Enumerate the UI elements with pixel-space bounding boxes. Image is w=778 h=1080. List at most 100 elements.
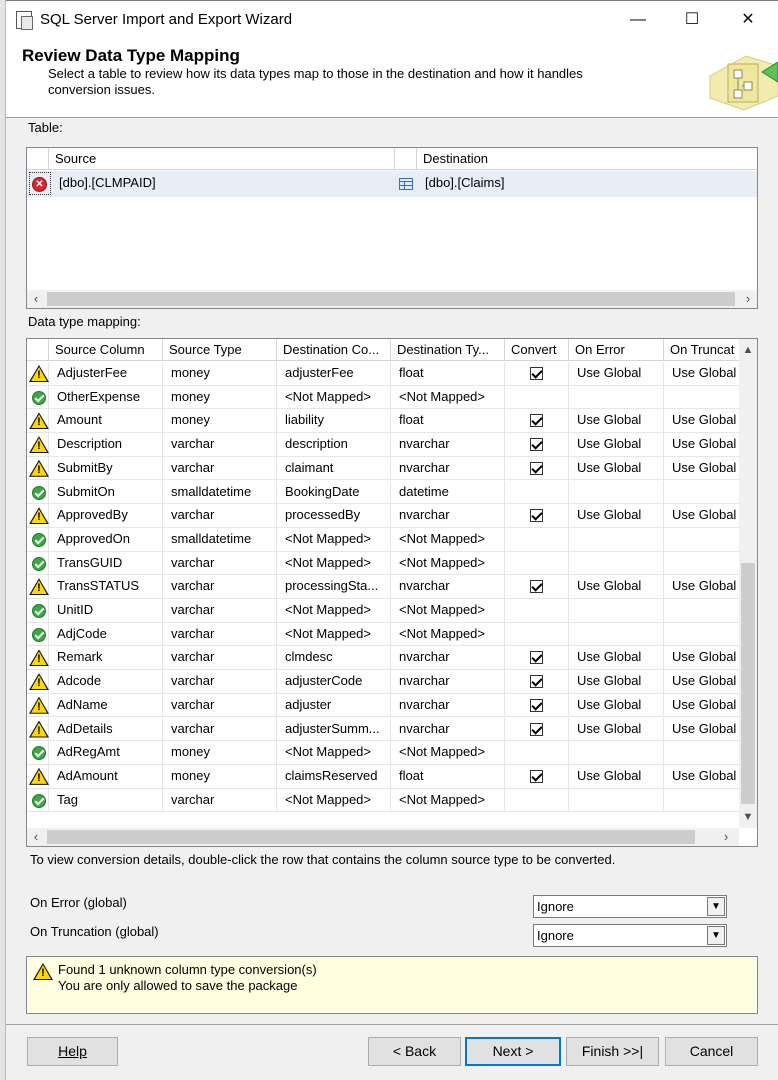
on-error-cell[interactable]: Use Global <box>569 433 664 457</box>
table-list-hscrollbar[interactable]: ‹ › <box>27 290 757 308</box>
back-button[interactable]: < Back <box>368 1037 461 1066</box>
on-truncation-cell[interactable]: Use Global <box>664 409 740 433</box>
on-error-cell[interactable]: Use Global <box>569 575 664 599</box>
table-row[interactable]: AdRegAmt money <Not Mapped> <Not Mapped> <box>27 741 739 765</box>
on-truncation-cell[interactable]: Use Global <box>664 457 740 481</box>
table-row[interactable]: TransSTATUSvarcharprocessingSta...nvarch… <box>27 575 739 599</box>
convert-checkbox[interactable] <box>530 675 543 689</box>
table-row[interactable]: AdjCode varchar <Not Mapped> <Not Mapped> <box>27 622 739 647</box>
source-column-cell: AdDetails <box>49 717 163 742</box>
maximize-button[interactable]: ☐ <box>662 1 722 39</box>
on-error-cell[interactable]: Use Global <box>569 646 664 671</box>
convert-checkbox[interactable] <box>530 769 543 783</box>
table-row[interactable]: Amountmoneyliabilityfloat Use GlobalUse G… <box>27 409 740 434</box>
convert-checkbox[interactable] <box>530 651 543 665</box>
scroll-down-icon[interactable]: ▼ <box>739 808 757 826</box>
scroll-right-icon[interactable]: › <box>717 828 735 846</box>
on-truncation-cell[interactable]: Use Global <box>664 433 740 457</box>
on-error-cell[interactable]: Use Global <box>569 764 664 789</box>
close-button[interactable]: ✕ <box>718 1 778 39</box>
source-column-cell: Amount <box>49 409 163 434</box>
on-truncation-cell[interactable]: Use Global <box>664 694 740 718</box>
convert-checkbox[interactable] <box>530 722 543 736</box>
help-button[interactable]: Help <box>27 1037 118 1066</box>
title-bar[interactable]: SQL Server Import and Export Wizard — ☐ … <box>6 0 778 38</box>
on-error-cell[interactable]: Use Global <box>569 670 664 694</box>
mapping-hscrollbar[interactable]: ‹ › <box>27 828 739 846</box>
destination-column-header[interactable]: Destination Co... <box>277 339 391 361</box>
on-error-cell[interactable]: Use Global <box>569 504 664 528</box>
on-truncation-global-select[interactable]: Ignore ▼ <box>533 924 727 947</box>
on-error-header[interactable]: On Error <box>569 339 664 361</box>
on-error-global-select[interactable]: Ignore ▼ <box>533 895 727 918</box>
on-error-cell[interactable]: Use Global <box>569 717 664 742</box>
scroll-up-icon[interactable]: ▲ <box>739 341 757 359</box>
source-column-header[interactable]: Source Column <box>49 339 163 361</box>
on-truncation-cell[interactable]: Use Global <box>664 718 740 742</box>
table-row[interactable]: ApprovedByvarcharprocessedBynvarchar Use … <box>27 504 739 528</box>
row-status-cell <box>27 551 49 576</box>
on-truncation-cell[interactable]: Use Global <box>664 504 740 528</box>
scroll-thumb[interactable] <box>741 563 755 804</box>
table-row[interactable]: AdjusterFeemoneyadjusterFeefloat Use Glob… <box>27 362 739 386</box>
warning-icon <box>29 673 49 691</box>
table-row[interactable]: ✕ [dbo].[CLMPAID] [dbo].[Claims] <box>27 171 757 197</box>
chevron-down-icon[interactable]: ▼ <box>707 926 725 945</box>
table-row[interactable]: AdcodevarcharadjusterCodenvarchar Use Glo… <box>27 670 739 694</box>
convert-checkbox[interactable] <box>530 367 543 380</box>
source-type-cell: money <box>163 385 277 410</box>
mapping-grid[interactable]: Source Column Source Type Destination Co… <box>26 338 758 847</box>
on-truncation-cell[interactable]: Use Global <box>664 765 740 789</box>
table-row[interactable]: SubmitOn smalldatetime BookingDate datetime <box>27 480 739 505</box>
warning-icon <box>33 963 53 980</box>
convert-checkbox[interactable] <box>530 438 543 452</box>
mapping-vscrollbar[interactable]: ▲ ▼ <box>739 339 757 828</box>
destination-column-header[interactable]: Destination <box>417 148 757 170</box>
convert-checkbox[interactable] <box>530 509 543 523</box>
source-column-header[interactable]: Source <box>49 148 395 170</box>
source-column-cell: AdAmount <box>49 764 163 789</box>
on-truncation-cell[interactable]: Use Global <box>664 362 740 386</box>
table-row[interactable]: OtherExpense money <Not Mapped> <Not Mapped… <box>27 385 739 410</box>
table-row[interactable]: AdDetailsvarcharadjusterSumm...nvarchar U… <box>27 717 740 742</box>
table-row[interactable]: ApprovedOn smalldatetime <Not Mapped> <Not … <box>27 527 739 552</box>
table-row[interactable]: UnitID varchar <Not Mapped> <Not Mapped> <box>27 599 739 623</box>
scroll-thumb[interactable] <box>47 292 735 306</box>
on-error-cell[interactable]: Use Global <box>569 362 664 386</box>
source-type-header[interactable]: Source Type <box>163 339 277 361</box>
convert-checkbox[interactable] <box>530 461 543 475</box>
table-row[interactable]: Remarkvarcharclmdescnvarchar Use GlobalUs… <box>27 646 740 671</box>
table-list[interactable]: Source Destination ✕ [dbo].[CLMPAID] [db… <box>26 147 758 309</box>
scroll-thumb[interactable] <box>47 830 695 844</box>
table-row[interactable]: Descriptionvarchardescriptionnvarchar Use… <box>27 433 739 457</box>
source-column-cell: Adcode <box>49 670 163 694</box>
table-row[interactable]: Tag varchar <Not Mapped> <Not Mapped> <box>27 788 739 813</box>
convert-checkbox[interactable] <box>530 414 543 428</box>
scroll-left-icon[interactable]: ‹ <box>27 828 45 846</box>
convert-checkbox[interactable] <box>530 580 543 594</box>
scroll-right-icon[interactable]: › <box>739 290 757 308</box>
convert-checkbox[interactable] <box>530 698 543 712</box>
next-button[interactable]: Next > <box>465 1037 561 1066</box>
table-row[interactable]: AdNamevarcharadjusternvarchar Use GlobalU… <box>27 693 740 718</box>
chevron-down-icon[interactable]: ▼ <box>707 897 725 916</box>
on-truncation-cell[interactable]: Use Global <box>664 646 740 670</box>
on-error-cell[interactable]: Use Global <box>569 693 664 718</box>
finish-button[interactable]: Finish >>| <box>566 1037 659 1066</box>
on-truncation-cell[interactable]: Use Global <box>664 575 740 599</box>
on-truncation-cell[interactable]: Use Global <box>664 670 740 694</box>
destination-type-header[interactable]: Destination Ty... <box>391 339 505 361</box>
scroll-left-icon[interactable]: ‹ <box>27 290 45 308</box>
convert-header[interactable]: Convert <box>505 339 569 361</box>
on-error-cell[interactable]: Use Global <box>569 409 664 434</box>
table-row[interactable]: SubmitByvarcharclaimantnvarchar Use Globa… <box>27 456 740 481</box>
table-row[interactable]: AdAmountmoneyclaimsReservedfloat Use Glob… <box>27 764 740 789</box>
minimize-button[interactable]: — <box>608 1 668 39</box>
success-icon <box>32 604 46 618</box>
destination-type-cell: nvarchar <box>391 670 505 694</box>
on-error-cell[interactable]: Use Global <box>569 456 664 481</box>
row-status-cell <box>27 409 49 434</box>
table-row[interactable]: TransGUID varchar <Not Mapped> <Not Mapped> <box>27 551 739 576</box>
on-truncation-header[interactable]: On Truncat <box>664 339 740 361</box>
cancel-button[interactable]: Cancel <box>665 1037 758 1066</box>
